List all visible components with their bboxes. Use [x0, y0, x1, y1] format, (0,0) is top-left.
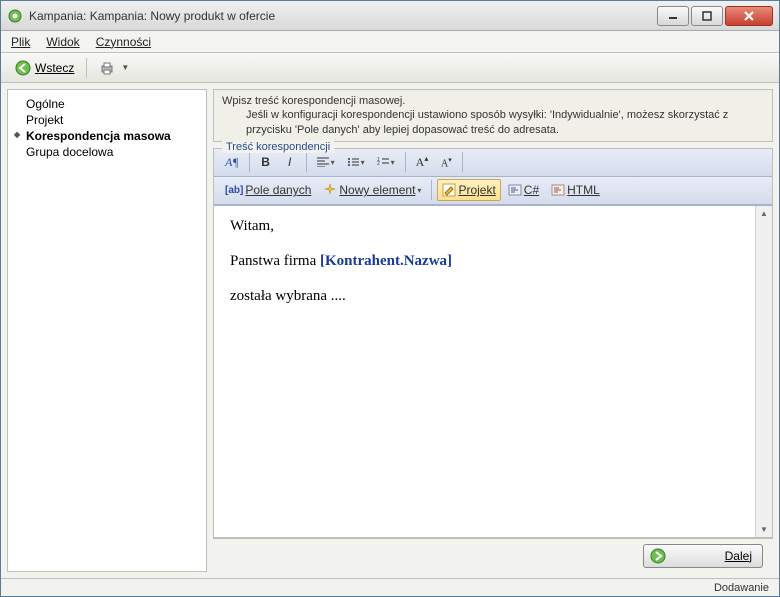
html-view-button[interactable]: HTML: [546, 179, 605, 201]
sparkle-icon: [323, 183, 337, 197]
forward-icon: [650, 548, 666, 564]
back-label: Wstecz: [35, 61, 74, 75]
svg-text:2: 2: [377, 161, 380, 167]
increase-font-button[interactable]: A▴: [411, 151, 434, 173]
maximize-button[interactable]: [691, 6, 723, 26]
editor-content[interactable]: Witam, Panstwa firma [Kontrahent.Nazwa] …: [214, 206, 755, 537]
menubar: Plik Widok Czynności: [1, 31, 779, 53]
vertical-scrollbar[interactable]: ▲ ▼: [755, 206, 772, 537]
editor-text: została wybrana ....: [230, 288, 346, 304]
close-button[interactable]: [725, 6, 773, 26]
csharp-view-button[interactable]: C#: [503, 179, 544, 201]
editor-text: Witam,: [230, 218, 274, 234]
scroll-down-icon[interactable]: ▼: [757, 521, 772, 537]
print-button[interactable]: ▼: [95, 58, 133, 78]
design-view-button[interactable]: Projekt: [437, 179, 500, 201]
chevron-down-icon: ▾: [417, 186, 421, 195]
italic-button[interactable]: I: [279, 151, 301, 173]
toolbar-separator: [86, 58, 87, 78]
info-line1: Wpisz treść korespondencji masowej.: [222, 94, 764, 108]
nav-target-group[interactable]: Grupa docelowa: [16, 144, 198, 160]
code-icon: [508, 183, 522, 197]
next-label: Dalej: [686, 549, 752, 563]
back-button[interactable]: Wstecz: [11, 58, 78, 78]
editor-toolbar-insert: [ab] Pole danych Nowy element ▾: [214, 177, 772, 205]
scroll-up-icon[interactable]: ▲: [757, 206, 772, 222]
bullet-list-button[interactable]: ▾: [342, 151, 370, 173]
info-text: Wpisz treść korespondencji masowej. Jeśl…: [213, 89, 773, 142]
new-element-button[interactable]: Nowy element ▾: [318, 179, 426, 201]
editor-area: Witam, Panstwa firma [Kontrahent.Nazwa] …: [214, 205, 772, 537]
nav-general[interactable]: Ogólne: [16, 96, 198, 112]
chevron-down-icon: ▼: [121, 63, 129, 72]
body: Ogólne Projekt Korespondencja masowa Gru…: [1, 83, 779, 578]
chevron-down-icon: ▾: [361, 158, 365, 167]
editor-text: Panstwa firma: [230, 253, 320, 269]
menu-actions[interactable]: Czynności: [96, 35, 151, 49]
style-button[interactable]: A¶: [220, 151, 244, 173]
toolbar: Wstecz ▼: [1, 53, 779, 83]
chevron-down-icon: ▾: [391, 158, 395, 167]
html-icon: [551, 183, 565, 197]
group-legend: Treść korespondencji: [222, 141, 334, 153]
content-group: Treść korespondencji A¶ B I ▾ ▾: [213, 148, 773, 538]
wizard-footer: Dalej: [213, 538, 773, 572]
back-icon: [15, 60, 31, 76]
titlebar: Kampania: Kampania: Nowy produkt w oferc…: [1, 1, 779, 31]
decrease-font-button[interactable]: A▾: [435, 151, 457, 173]
chevron-down-icon: ▾: [331, 158, 335, 167]
app-icon: [7, 8, 23, 24]
merge-field[interactable]: [Kontrahent.Nazwa]: [320, 253, 452, 269]
app-window: Kampania: Kampania: Nowy produkt w oferc…: [0, 0, 780, 597]
numbered-list-button[interactable]: 12 ▾: [372, 151, 400, 173]
main-panel: Wpisz treść korespondencji masowej. Jeśl…: [213, 89, 773, 572]
print-icon: [99, 60, 115, 76]
next-button[interactable]: Dalej: [643, 544, 763, 568]
editor-toolbar-formatting: A¶ B I ▾ ▾ 12 ▾: [214, 149, 772, 177]
status-mode: Dodawanie: [714, 582, 769, 594]
wizard-sidebar: Ogólne Projekt Korespondencja masowa Gru…: [7, 89, 207, 572]
status-bar: Dodawanie: [1, 578, 779, 596]
pencil-icon: [442, 183, 456, 197]
minimize-button[interactable]: [657, 6, 689, 26]
nav-mass-correspondence[interactable]: Korespondencja masowa: [16, 128, 198, 144]
nav-project[interactable]: Projekt: [16, 112, 198, 128]
window-controls: [655, 6, 773, 26]
menu-file[interactable]: Plik: [11, 35, 30, 49]
field-data-button[interactable]: [ab] Pole danych: [220, 179, 316, 201]
menu-view[interactable]: Widok: [46, 35, 79, 49]
field-icon: [ab]: [225, 185, 243, 196]
align-button[interactable]: ▾: [312, 151, 340, 173]
bold-button[interactable]: B: [255, 151, 277, 173]
window-title: Kampania: Kampania: Nowy produkt w oferc…: [29, 9, 655, 23]
info-line2: Jeśli w konfiguracji korespondencji usta…: [222, 108, 764, 137]
